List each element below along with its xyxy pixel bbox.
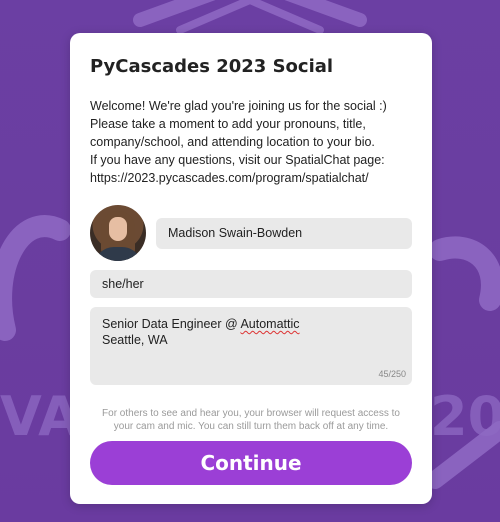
- name-field[interactable]: Madison Swain-Bowden: [156, 217, 412, 249]
- profile-row: Madison Swain-Bowden: [90, 205, 412, 261]
- welcome-line: https://2023.pycascades.com/program/spat…: [90, 171, 369, 185]
- social-profile-modal: PyCascades 2023 Social Welcome! We're gl…: [70, 33, 432, 504]
- bio-textarea[interactable]: Senior Data Engineer @ Automattic Seattl…: [90, 307, 412, 385]
- bio-line-2: Seattle, WA: [102, 333, 168, 347]
- welcome-line: Please take a moment to add your pronoun…: [90, 117, 366, 131]
- welcome-line: If you have any questions, visit our Spa…: [90, 153, 385, 167]
- svg-text:20: 20: [430, 385, 500, 448]
- continue-button[interactable]: Continue: [90, 441, 412, 485]
- welcome-line: Welcome! We're glad you're joining us fo…: [90, 99, 387, 113]
- modal-title: PyCascades 2023 Social: [90, 56, 334, 77]
- welcome-line: company/school, and attending location t…: [90, 135, 375, 149]
- bio-company-text: Automattic: [240, 317, 300, 331]
- avatar-face: [109, 217, 127, 241]
- welcome-message: Welcome! We're glad you're joining us fo…: [90, 97, 412, 187]
- bio-line-1: Senior Data Engineer @ Automattic: [102, 316, 400, 332]
- bio-char-counter: 45/250: [378, 369, 406, 379]
- pronouns-field[interactable]: she/her: [90, 270, 412, 298]
- permission-notice: For others to see and hear you, your bro…: [102, 408, 400, 432]
- bio-title-text: Senior Data Engineer @: [102, 317, 241, 331]
- avatar[interactable]: [90, 205, 146, 261]
